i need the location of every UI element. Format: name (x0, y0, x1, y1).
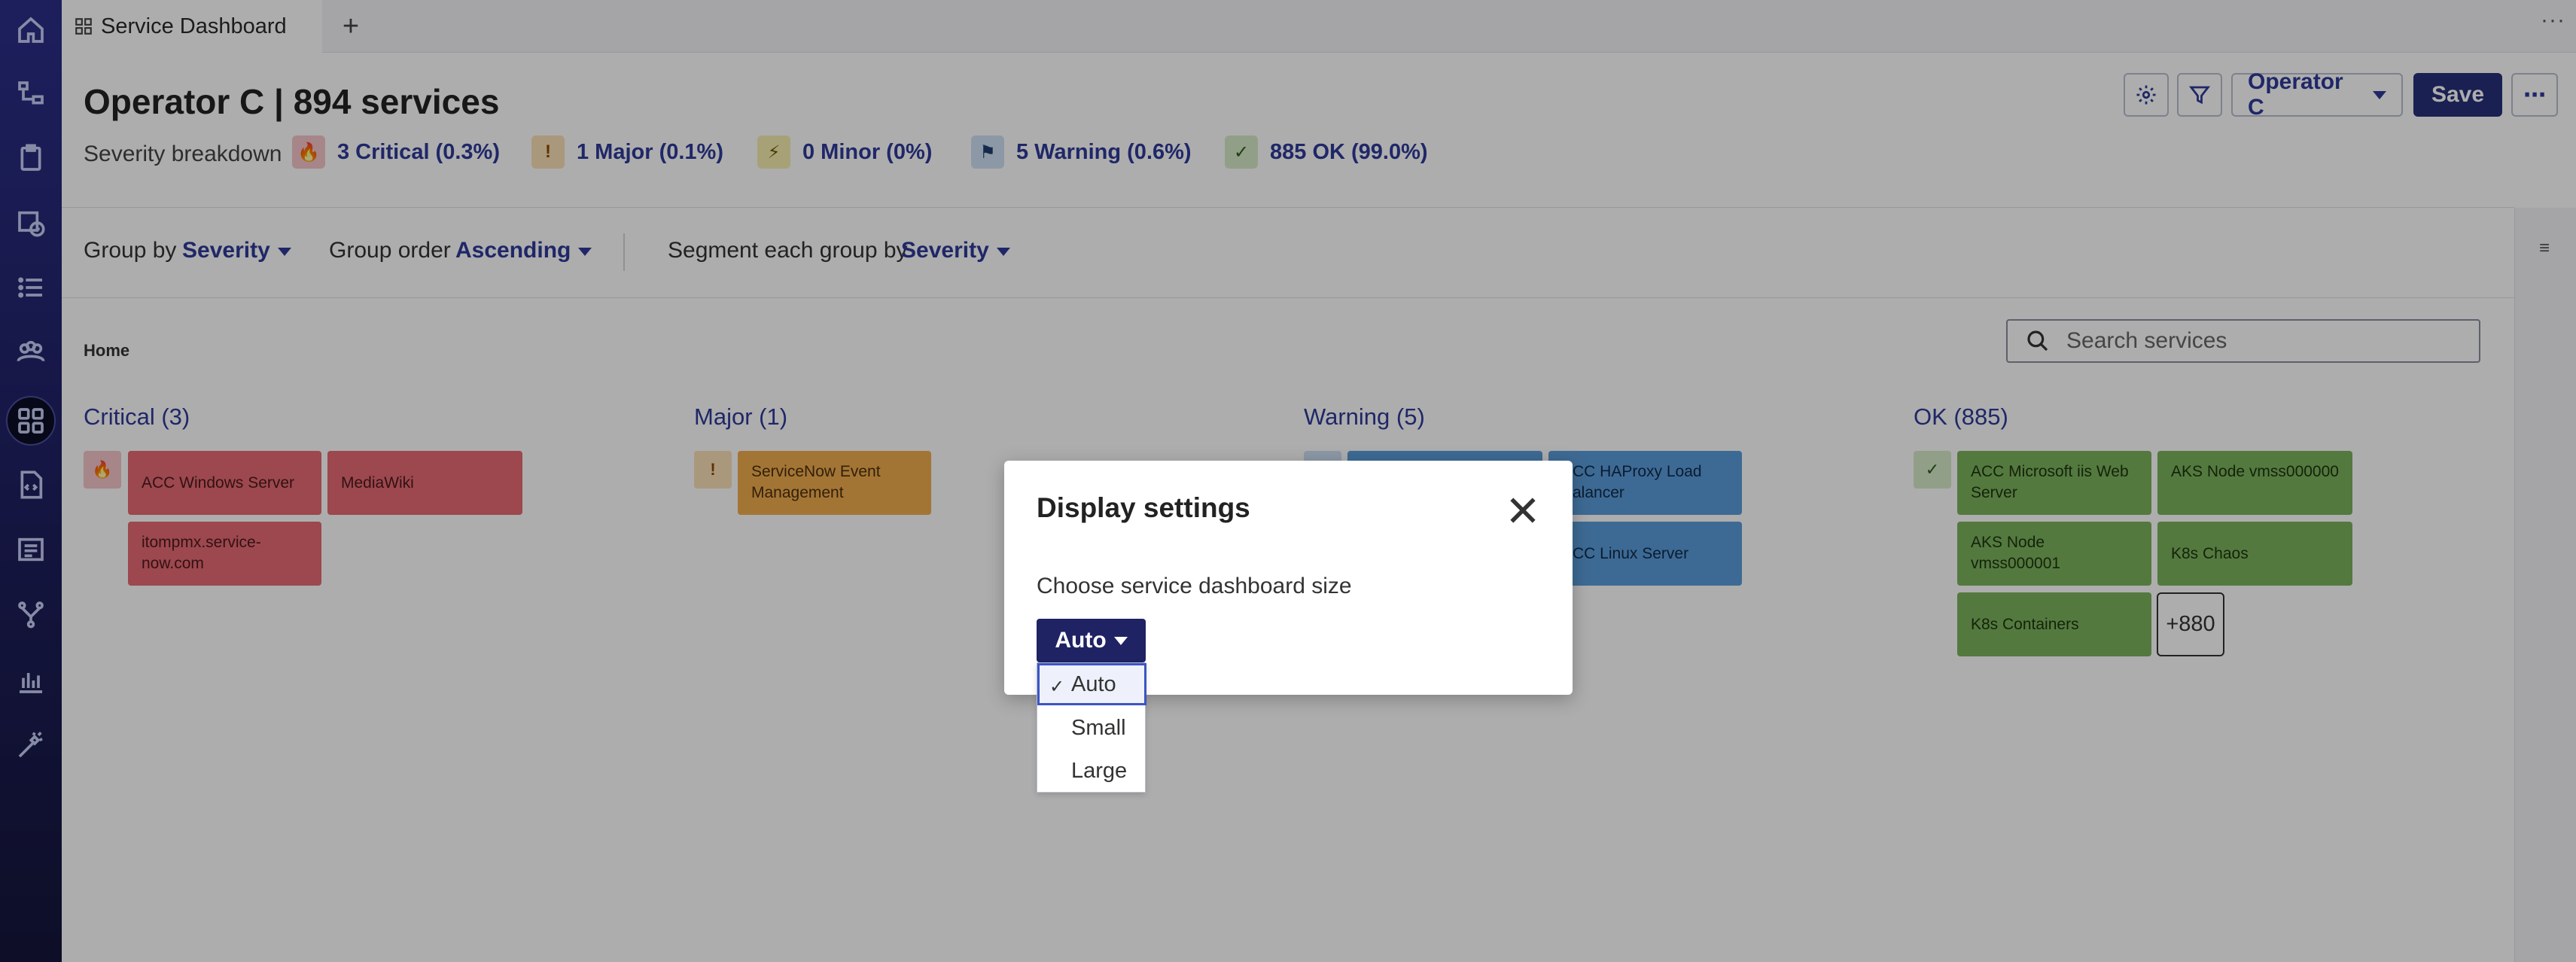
dialog-title: Display settings (1037, 492, 1250, 523)
size-option-large[interactable]: Large (1037, 750, 1146, 792)
dashboard-size-label: Choose service dashboard size (1037, 574, 1352, 598)
dashboard-size-select[interactable]: Auto (1037, 619, 1146, 662)
option-label: Auto (1071, 671, 1116, 696)
option-label: Small (1071, 715, 1126, 740)
option-label: Large (1071, 758, 1128, 783)
size-option-auto[interactable]: ✓ Auto (1037, 663, 1146, 705)
display-settings-dialog: Display settings Choose service dashboar… (1004, 461, 1573, 695)
size-dropdown-menu: ✓ Auto Small Large (1037, 662, 1146, 793)
close-icon[interactable] (1506, 494, 1539, 527)
chevron-down-icon (1113, 636, 1128, 645)
selected-size: Auto (1055, 628, 1107, 653)
check-icon: ✓ (1049, 677, 1065, 697)
size-option-small[interactable]: Small (1037, 707, 1146, 749)
